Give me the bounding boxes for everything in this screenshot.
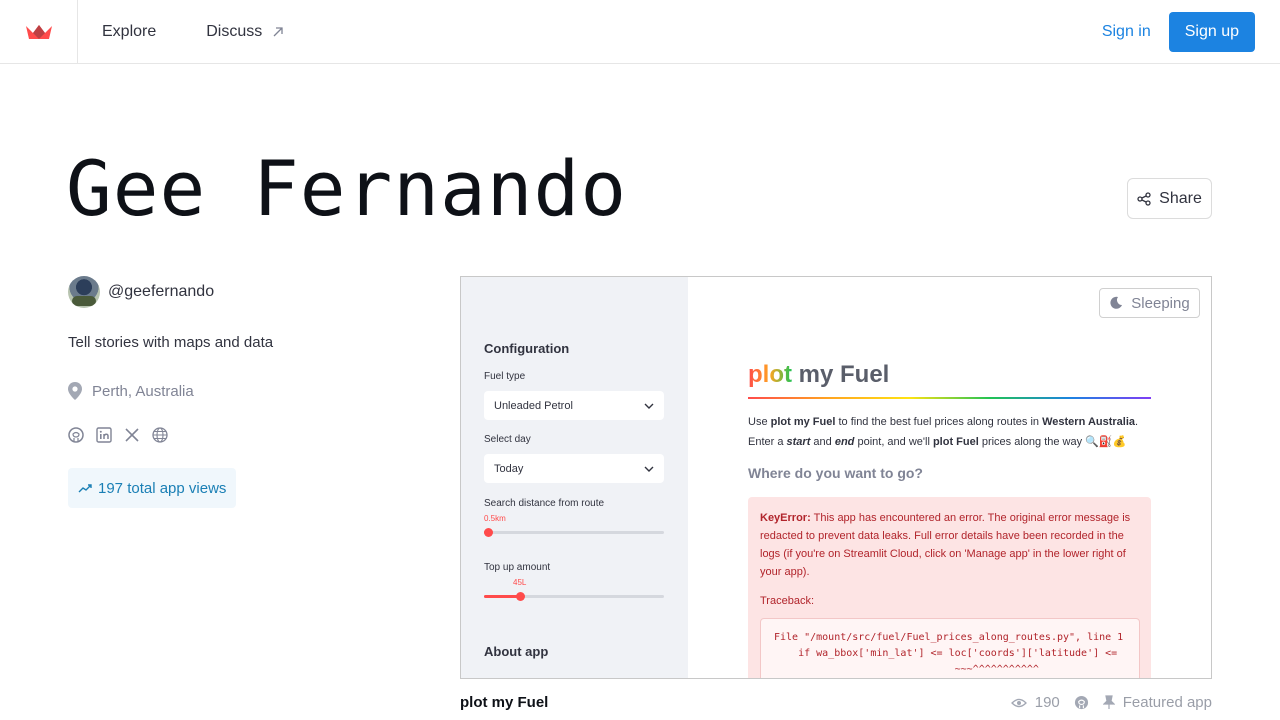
avatar[interactable]: [68, 276, 100, 308]
auth-actions: Sign in Sign up: [1102, 12, 1255, 52]
search-distance-value: 0.5km: [484, 514, 506, 523]
intro-bold: plot my Fuel: [770, 416, 836, 428]
featured-label: Featured app: [1122, 694, 1212, 711]
location-label: Perth, Australia: [92, 382, 194, 400]
github-icon[interactable]: [1074, 695, 1089, 710]
intro-bold: Western Australia: [1042, 416, 1136, 428]
topup-slider-thumb[interactable]: [516, 592, 525, 601]
intro-italic: end: [834, 436, 855, 448]
share-button[interactable]: Share: [1127, 178, 1212, 219]
error-alert: KeyError: This app has encountered an er…: [748, 497, 1151, 678]
fuel-type-select[interactable]: Unleaded Petrol: [484, 391, 664, 420]
total-views-badge: 197 total app views: [68, 468, 237, 508]
topup-slider-fill: [484, 595, 520, 598]
app-sidebar: Configuration Fuel type Unleaded Petrol …: [461, 277, 688, 678]
x-icon[interactable]: [124, 427, 140, 443]
intro-line-2: Enter a start and end point, and we'll p…: [748, 432, 1158, 452]
intro-text: prices along the way 🔍⛽💰: [978, 436, 1127, 448]
sign-up-button[interactable]: Sign up: [1168, 12, 1255, 52]
sleeping-status-badge: Sleeping: [1099, 288, 1200, 318]
trending-up-icon: [78, 484, 92, 493]
chevron-down-icon: [644, 403, 654, 409]
pin-icon: [1102, 695, 1115, 710]
app-intro: Use plot my Fuel to find the best fuel p…: [748, 412, 1158, 452]
fuel-type-label: Fuel type: [484, 371, 526, 382]
fuel-type-value: Unleaded Petrol: [494, 399, 573, 412]
select-day-select[interactable]: Today: [484, 454, 664, 483]
profile-header: @geefernando: [68, 276, 214, 308]
intro-text: point, and we'll: [854, 436, 933, 448]
code-line: if wa_bbox['min_lat'] <= loc['coords']['…: [774, 648, 1118, 659]
linkedin-icon[interactable]: [96, 427, 112, 443]
intro-text: Use: [748, 416, 771, 428]
intro-bold: plot Fuel: [932, 436, 979, 448]
intro-text: to find the best fuel prices along route…: [835, 416, 1043, 428]
nav-discuss-link[interactable]: Discuss: [206, 23, 284, 41]
intro-text: and: [810, 436, 835, 448]
app-preview[interactable]: Configuration Fuel type Unleaded Petrol …: [460, 276, 1212, 679]
topup-label: Top up amount: [484, 562, 551, 573]
search-distance-slider-thumb[interactable]: [484, 528, 493, 537]
page-title: Gee Fernando: [66, 144, 628, 233]
app-title-rest: my Fuel: [791, 361, 890, 388]
select-day-label: Select day: [484, 434, 531, 445]
view-count: 190: [1034, 694, 1060, 711]
location-pin-icon: [68, 382, 82, 400]
streamlit-crown-icon: [25, 24, 52, 39]
moon-icon: [1110, 296, 1123, 309]
streamlit-logo[interactable]: [0, 0, 78, 64]
intro-text: Enter a: [748, 436, 787, 448]
eye-icon: [1010, 698, 1027, 708]
share-icon: [1137, 191, 1151, 206]
title-divider: [748, 397, 1151, 399]
sidebar-about-heading: About app: [484, 644, 549, 659]
share-label: Share: [1159, 189, 1202, 207]
traceback-code: File "/mount/src/fuel/Fuel_prices_along_…: [760, 618, 1140, 678]
nav-explore-link[interactable]: Explore: [102, 23, 156, 41]
app-title: plot my Fuel: [748, 361, 889, 389]
user-bio: Tell stories with maps and data: [68, 334, 274, 351]
error-body: This app has encountered an error. The o…: [760, 512, 1131, 578]
error-label: KeyError:: [760, 512, 811, 524]
traceback-label: Traceback:: [760, 595, 815, 607]
user-location: Perth, Australia: [68, 382, 194, 400]
error-message: KeyError: This app has encountered an er…: [760, 509, 1142, 581]
search-distance-label: Search distance from route: [484, 498, 605, 509]
sign-in-link[interactable]: Sign in: [1102, 23, 1151, 41]
code-line: ~~~^^^^^^^^^^^: [774, 664, 1039, 675]
nav-discuss-label: Discuss: [206, 22, 263, 40]
chevron-down-icon: [644, 466, 654, 472]
sleeping-label: Sleeping: [1131, 294, 1190, 312]
top-nav: Explore Discuss Sign in Sign up: [0, 0, 1280, 64]
app-card-meta: 190 Featured app: [1010, 694, 1212, 711]
topup-slider[interactable]: [484, 592, 664, 601]
app-card-title[interactable]: plot my Fuel: [460, 694, 548, 711]
user-handle: @geefernando: [108, 283, 215, 300]
sidebar-configuration-heading: Configuration: [484, 341, 570, 356]
github-icon[interactable]: [68, 427, 84, 443]
social-links: [68, 427, 168, 443]
intro-italic: start: [786, 436, 811, 448]
topup-value: 45L: [513, 578, 527, 587]
search-distance-slider[interactable]: [484, 528, 664, 537]
total-views-label: 197 total app views: [98, 479, 227, 497]
app-title-plot: plot: [748, 361, 792, 388]
intro-text: .: [1135, 416, 1139, 428]
code-line: File "/mount/src/fuel/Fuel_prices_along_…: [774, 632, 1124, 643]
select-day-value: Today: [494, 462, 524, 475]
external-link-arrow-icon: [273, 26, 283, 36]
globe-icon[interactable]: [152, 427, 168, 443]
app-subheading: Where do you want to go?: [748, 465, 923, 481]
intro-line-1: Use plot my Fuel to find the best fuel p…: [748, 412, 1158, 432]
